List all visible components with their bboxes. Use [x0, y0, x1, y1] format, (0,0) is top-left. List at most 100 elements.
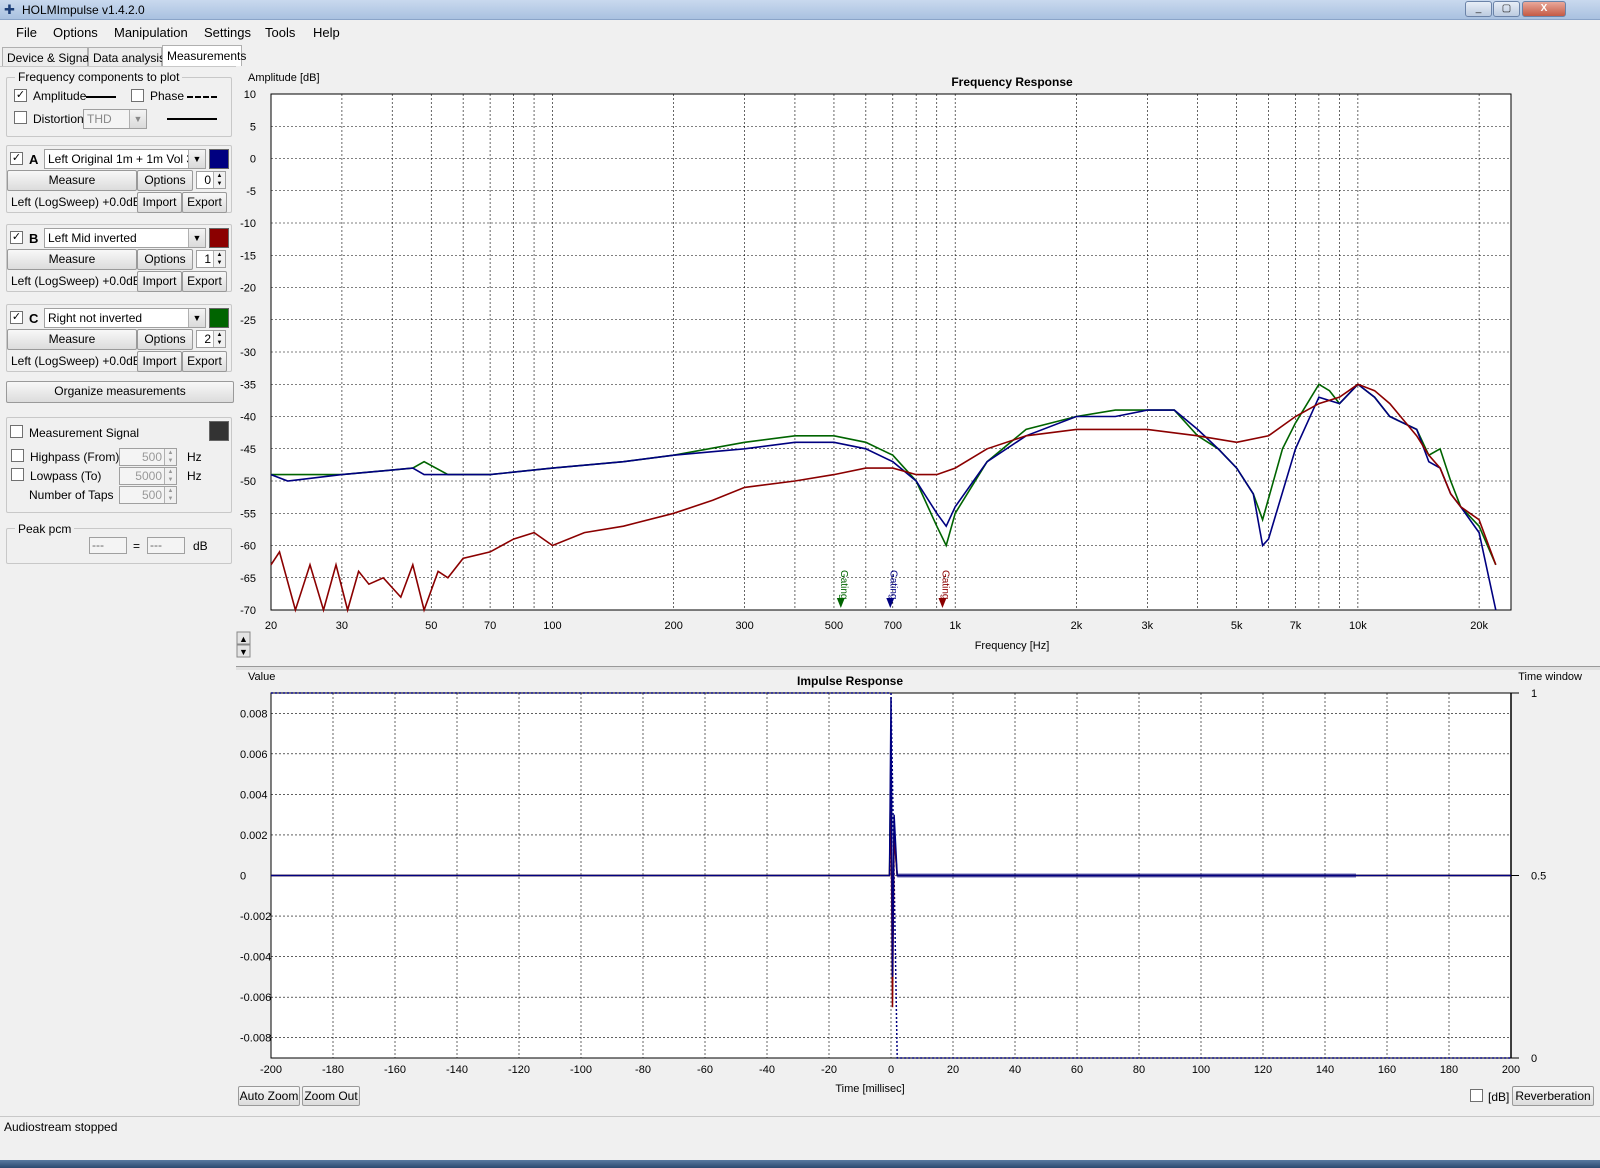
frequency-response-title: Frequency Response — [951, 75, 1073, 89]
number-of-taps-input[interactable]: 500 ▲ ▼ — [119, 486, 177, 504]
highpass-input[interactable]: 500 ▲ ▼ — [119, 448, 177, 466]
measurement-a-measure-button[interactable]: Measure — [7, 170, 137, 191]
spinner-arrows-icon[interactable]: ▲ ▼ — [213, 172, 225, 188]
measurement-b-checkbox[interactable]: ✓ — [10, 231, 23, 244]
x-tick-label: 70 — [484, 620, 496, 632]
spinner-arrows-icon[interactable]: ▲ ▼ — [213, 251, 225, 267]
measurement-b-color-swatch[interactable] — [209, 228, 229, 248]
y-tick-label: -0.002 — [240, 911, 271, 923]
measurement-c-group: ✓ C Right not inverted ▼ Measure Options… — [6, 304, 232, 372]
measurement-a-options-button[interactable]: Options — [137, 170, 193, 191]
impulse-response-ylabel: Value — [248, 671, 275, 683]
spinner-arrows-icon[interactable]: ▲ ▼ — [213, 331, 225, 347]
measurement-b-group: ✓ B Left Mid inverted ▼ Measure Options … — [6, 224, 232, 292]
measurement-b-import-button[interactable]: Import — [137, 271, 182, 292]
frequency-components-title: Frequency components to plot — [15, 70, 183, 84]
menu-options[interactable]: Options — [53, 25, 98, 40]
impulse-response-xlabel: Time [millisec] — [835, 1083, 904, 1095]
measurement-a-color-swatch[interactable] — [209, 149, 229, 169]
phase-line-style — [187, 96, 217, 98]
spinner-arrows-icon[interactable]: ▲ ▼ — [164, 449, 176, 465]
frequency-response-xlabel: Frequency [Hz] — [975, 640, 1050, 652]
distortion-select[interactable]: THD ▼ — [83, 109, 147, 129]
reverberation-button[interactable]: Reverberation — [1512, 1086, 1594, 1106]
app-icon: ✚ — [4, 2, 15, 17]
peak-pcm-value-1: --- — [89, 537, 127, 554]
measurement-signal-color-swatch[interactable] — [209, 421, 229, 441]
highpass-checkbox[interactable] — [11, 449, 24, 462]
tab-device-signal[interactable]: Device & Signal — [2, 47, 92, 67]
measurement-c-color-swatch[interactable] — [209, 308, 229, 328]
tab-measurements[interactable]: Measurements — [162, 45, 246, 67]
amplitude-checkbox[interactable]: ✓ — [14, 89, 27, 102]
menu-help[interactable]: Help — [313, 25, 340, 40]
peak-pcm-title: Peak pcm — [15, 522, 75, 536]
zoom-out-button[interactable]: Zoom Out — [302, 1086, 360, 1106]
chevron-down-icon: ▼ — [188, 229, 205, 247]
measurement-a-checkbox[interactable]: ✓ — [10, 152, 23, 165]
measurement-b-measure-button[interactable]: Measure — [7, 249, 137, 270]
measurement-b-select[interactable]: Left Mid inverted ▼ — [44, 228, 206, 248]
frequency-response-chart[interactable]: Frequency Response Amplitude [dB] Freque… — [236, 66, 1600, 666]
measurement-a-group: ✓ A Left Original 1m + 1m Vol 30 ▼ Measu… — [6, 145, 232, 213]
plot-area: Frequency Response Amplitude [dB] Freque… — [236, 66, 1600, 1110]
y2-tick-label: 0.5 — [1531, 871, 1546, 883]
tab-data-analysis[interactable]: Data analysis — [88, 47, 165, 67]
measurement-c-checkbox[interactable]: ✓ — [10, 311, 23, 324]
organize-measurements-button[interactable]: Organize measurements — [6, 381, 234, 403]
menu-tools[interactable]: Tools — [265, 25, 295, 40]
measurement-b-options-button[interactable]: Options — [137, 249, 193, 270]
x-tick-label: 1k — [949, 620, 961, 632]
scroll-up-icon: ▲ — [239, 634, 248, 644]
measurement-a-index-stepper[interactable]: 0 ▲ ▼ — [196, 171, 226, 189]
db-checkbox[interactable] — [1470, 1089, 1483, 1102]
lowpass-checkbox[interactable] — [11, 468, 24, 481]
measurement-c-measure-button[interactable]: Measure — [7, 329, 137, 350]
menu-bar: File Options Manipulation Settings Tools… — [0, 20, 1600, 44]
y-tick-label: -15 — [240, 250, 256, 262]
chevron-down-icon: ▼ — [188, 309, 205, 327]
y-tick-label: -35 — [240, 379, 256, 391]
lowpass-input[interactable]: 5000 ▲ ▼ — [119, 467, 177, 485]
measurement-c-import-button[interactable]: Import — [137, 351, 182, 372]
peak-pcm-value-2: --- — [147, 537, 185, 554]
measurement-a-select[interactable]: Left Original 1m + 1m Vol 30 ▼ — [44, 149, 206, 169]
menu-settings[interactable]: Settings — [204, 25, 251, 40]
spinner-arrows-icon[interactable]: ▲ ▼ — [164, 468, 176, 484]
y-tick-label: -0.004 — [240, 952, 271, 964]
phase-checkbox[interactable] — [131, 89, 144, 102]
menu-manipulation[interactable]: Manipulation — [114, 25, 188, 40]
y-tick-label: -0.006 — [240, 992, 271, 1004]
minimize-button[interactable]: _ — [1465, 1, 1492, 17]
maximize-button[interactable]: ▢ — [1493, 1, 1520, 17]
impulse-response-y2label: Time window — [1518, 671, 1582, 683]
measurement-a-import-button[interactable]: Import — [137, 192, 182, 213]
measurement-c-options-button[interactable]: Options — [137, 329, 193, 350]
x-tick-label: 140 — [1316, 1064, 1334, 1076]
measurement-signal-checkbox[interactable] — [10, 425, 23, 438]
x-tick-label: -140 — [446, 1064, 468, 1076]
close-button[interactable]: X — [1522, 1, 1566, 17]
measurement-a-export-button[interactable]: Export — [182, 192, 227, 213]
measurement-b-export-button[interactable]: Export — [182, 271, 227, 292]
x-tick-label: 80 — [1133, 1064, 1145, 1076]
auto-zoom-button[interactable]: Auto Zoom — [238, 1086, 300, 1106]
highpass-unit: Hz — [187, 450, 202, 464]
impulse-response-chart[interactable]: Impulse Response Value Time window Time … — [236, 670, 1600, 1110]
number-of-taps-label: Number of Taps — [29, 488, 114, 502]
y-tick-label: -10 — [240, 218, 256, 230]
menu-file[interactable]: File — [16, 25, 37, 40]
measurement-c-index-stepper[interactable]: 2 ▲ ▼ — [196, 330, 226, 348]
distortion-checkbox[interactable] — [14, 111, 27, 124]
measurement-b-index-stepper[interactable]: 1 ▲ ▼ — [196, 250, 226, 268]
x-tick-label: 60 — [1071, 1064, 1083, 1076]
x-tick-label: 700 — [884, 620, 902, 632]
chevron-down-icon: ▼ — [129, 110, 146, 128]
measurement-c-export-button[interactable]: Export — [182, 351, 227, 372]
spinner-arrows-icon[interactable]: ▲ ▼ — [164, 487, 176, 503]
x-tick-label: 500 — [825, 620, 843, 632]
x-tick-label: 200 — [665, 620, 683, 632]
db-label: [dB] — [1488, 1090, 1510, 1104]
x-tick-label: -80 — [635, 1064, 651, 1076]
measurement-c-select[interactable]: Right not inverted ▼ — [44, 308, 206, 328]
